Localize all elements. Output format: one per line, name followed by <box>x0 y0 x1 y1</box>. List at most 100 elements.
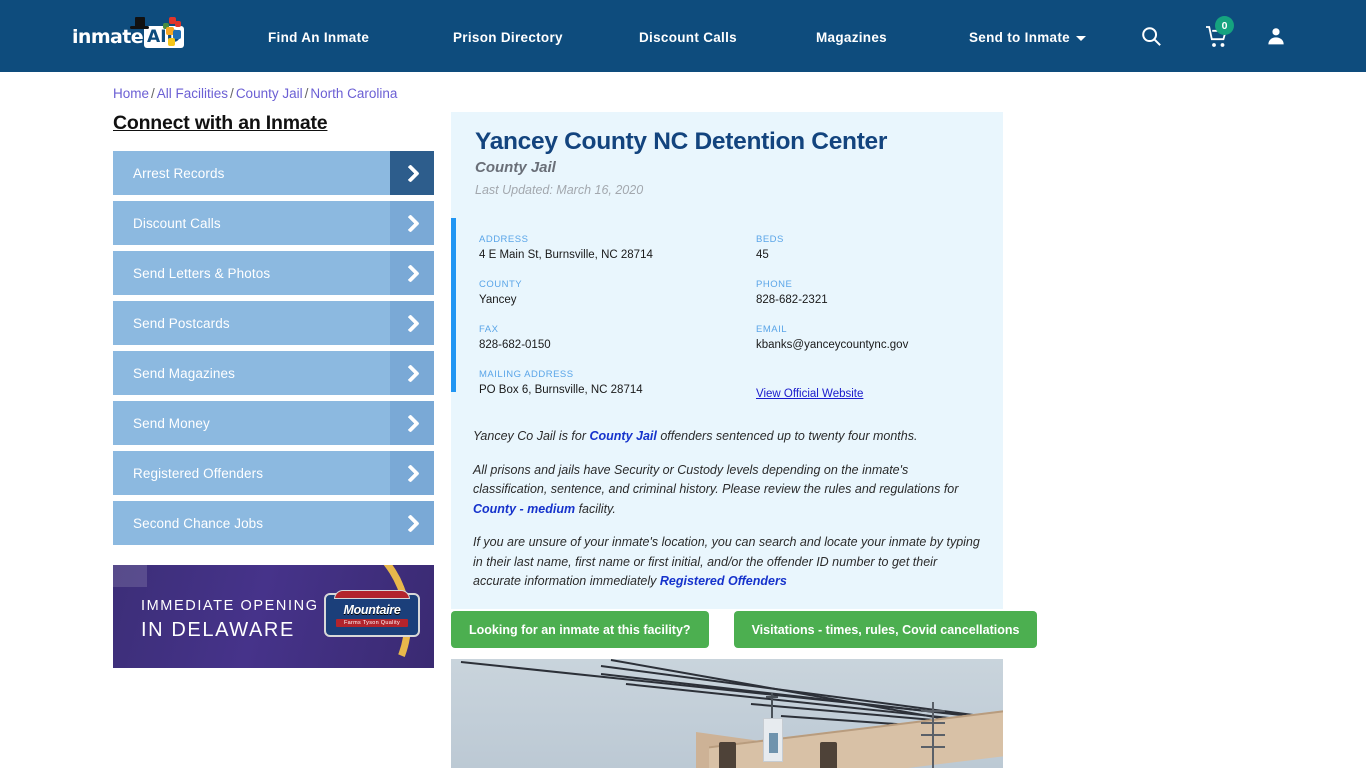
detail-value: 45 <box>756 249 769 261</box>
detail-address: ADDRESS 4 E Main St, Burnsville, NC 2871… <box>479 234 756 261</box>
breadcrumb-item-north-carolina[interactable]: North Carolina <box>310 86 397 101</box>
detail-label-spacer <box>756 369 979 380</box>
photo-chimney-right <box>820 742 837 768</box>
detail-value: kbanks@yanceycountync.gov <box>756 339 909 351</box>
chevron-right-icon <box>390 401 434 445</box>
breadcrumb-item-home[interactable]: Home <box>113 86 149 101</box>
nav-prison-directory[interactable]: Prison Directory <box>453 30 563 45</box>
detail-label: MAILING ADDRESS <box>479 369 574 380</box>
description-paragraph-2: All prisons and jails have Security or C… <box>473 461 983 520</box>
detail-mailing-address: MAILING ADDRESS PO Box 6, Burnsville, NC… <box>479 369 756 402</box>
site-header: inmate AID Find An Inmate Prison Director… <box>0 0 1366 72</box>
detail-value: PO Box 6, Burnsville, NC 28714 <box>479 384 643 396</box>
sidebar-title: Connect with an Inmate <box>113 112 328 134</box>
nav-send-to-inmate[interactable]: Send to Inmate <box>969 30 1086 45</box>
ad-corner-accent <box>113 565 147 587</box>
chevron-right-icon <box>390 451 434 495</box>
detail-label: FAX <box>479 324 499 335</box>
sidebar-item-second-chance-jobs[interactable]: Second Chance Jobs <box>113 501 434 545</box>
breadcrumb-separator: / <box>230 86 234 101</box>
nav-magazines[interactable]: Magazines <box>816 30 887 45</box>
cta-button-row: Looking for an inmate at this facility? … <box>451 611 1038 648</box>
cart-count-badge: 0 <box>1215 16 1234 35</box>
sidebar-item-send-letters-photos[interactable]: Send Letters & Photos <box>113 251 434 295</box>
detail-label: ADDRESS <box>479 234 529 245</box>
detail-value: 828-682-2321 <box>756 294 828 306</box>
sidebar-item-send-magazines[interactable]: Send Magazines <box>113 351 434 395</box>
breadcrumb: Home / All Facilities / County Jail / North Ca… <box>113 86 397 101</box>
facility-photo <box>451 659 1003 768</box>
detail-official-website: View Official Website <box>756 369 979 402</box>
sidebar-item-label: Send Money <box>133 415 210 431</box>
chevron-right-icon <box>390 201 434 245</box>
page-title: Yancey County NC Detention Center <box>475 128 888 155</box>
nav-find-an-inmate[interactable]: Find An Inmate <box>268 30 369 45</box>
photo-utility-pole <box>921 702 945 768</box>
detail-label: EMAIL <box>756 324 788 335</box>
user-account-icon[interactable] <box>1266 25 1286 47</box>
sidebar-item-label: Discount Calls <box>133 215 221 231</box>
chevron-right-icon <box>390 301 434 345</box>
detail-value: 4 E Main St, Burnsville, NC 28714 <box>479 249 653 261</box>
sidebar-item-label: Arrest Records <box>133 165 225 181</box>
detail-value: Yancey <box>479 294 517 306</box>
view-official-website-link[interactable]: View Official Website <box>756 388 863 400</box>
photo-chimney-left <box>719 742 736 768</box>
top-hat-icon <box>130 13 149 29</box>
sidebar-item-label: Second Chance Jobs <box>133 515 264 531</box>
sidebar: Connect with an Inmate Arrest Records Di… <box>113 112 434 551</box>
chevron-right-icon <box>390 151 434 195</box>
advertisement-banner[interactable]: IMMEDIATE OPENING IN DELAWARE Mountaire … <box>113 565 434 668</box>
p1-text-a: Yancey Co Jail is for <box>473 429 590 443</box>
ad-brand-name: Mountaire <box>343 603 401 617</box>
sidebar-item-send-money[interactable]: Send Money <box>113 401 434 445</box>
detail-label: BEDS <box>756 234 784 245</box>
ad-headline-line1: IMMEDIATE OPENING <box>141 598 319 614</box>
p2-link-county-medium[interactable]: County - medium <box>473 502 575 516</box>
nav-discount-calls[interactable]: Discount Calls <box>639 30 737 45</box>
sidebar-item-label: Registered Offenders <box>133 465 264 481</box>
facility-type-label: County Jail <box>475 159 556 176</box>
sidebar-item-arrest-records[interactable]: Arrest Records <box>113 151 434 195</box>
detail-beds: BEDS 45 <box>756 234 979 261</box>
detail-value: 828-682-0150 <box>479 339 551 351</box>
chevron-down-icon <box>1075 36 1086 41</box>
sidebar-item-label: Send Magazines <box>133 365 235 381</box>
sidebar-item-label: Send Postcards <box>133 315 230 331</box>
chevron-right-icon <box>390 501 434 545</box>
ad-headline-line2: IN DELAWARE <box>141 619 295 641</box>
sidebar-item-discount-calls[interactable]: Discount Calls <box>113 201 434 245</box>
sidebar-item-send-postcards[interactable]: Send Postcards <box>113 301 434 345</box>
chevron-right-icon <box>390 351 434 395</box>
photo-steeple-spire <box>766 693 778 719</box>
photo-roof <box>709 709 1003 768</box>
facility-description: Yancey Co Jail is for County Jail offend… <box>473 427 983 606</box>
site-logo[interactable]: inmate AID <box>72 17 194 55</box>
photo-church-steeple <box>763 718 783 762</box>
visitations-button[interactable]: Visitations - times, rules, Covid cancel… <box>733 611 1038 648</box>
chevron-right-icon <box>390 251 434 295</box>
breadcrumb-item-all-facilities[interactable]: All Facilities <box>157 86 228 101</box>
ad-brand-subtitle: Farms Tyson Quality <box>335 619 409 627</box>
looking-for-inmate-button[interactable]: Looking for an inmate at this facility? <box>451 611 709 648</box>
detail-label: PHONE <box>756 279 793 290</box>
cart-icon[interactable]: 0 <box>1204 16 1234 49</box>
p1-text-b: offenders sentenced up to twenty four mo… <box>656 429 918 443</box>
breadcrumb-item-county-jail[interactable]: County Jail <box>236 86 303 101</box>
p3-link-registered-offenders[interactable]: Registered Offenders <box>660 574 787 588</box>
sidebar-item-registered-offenders[interactable]: Registered Offenders <box>113 451 434 495</box>
detail-email: EMAIL kbanks@yanceycountync.gov <box>756 324 979 351</box>
detail-fax: FAX 828-682-0150 <box>479 324 756 351</box>
nav-send-to-inmate-label: Send to Inmate <box>969 30 1070 45</box>
rooster-icon <box>162 17 184 51</box>
search-icon[interactable] <box>1140 25 1162 47</box>
p2-text-b: facility. <box>575 501 616 516</box>
breadcrumb-separator: / <box>151 86 155 101</box>
logo-text: inmate <box>72 25 144 48</box>
panel-accent-bar <box>451 218 456 392</box>
description-paragraph-3: If you are unsure of your inmate's locat… <box>473 533 983 592</box>
detail-phone: PHONE 828-682-2321 <box>756 279 979 306</box>
detail-county: COUNTY Yancey <box>479 279 756 306</box>
p1-link-county-jail[interactable]: County Jail <box>589 429 656 443</box>
description-paragraph-1: Yancey Co Jail is for County Jail offend… <box>473 427 983 447</box>
